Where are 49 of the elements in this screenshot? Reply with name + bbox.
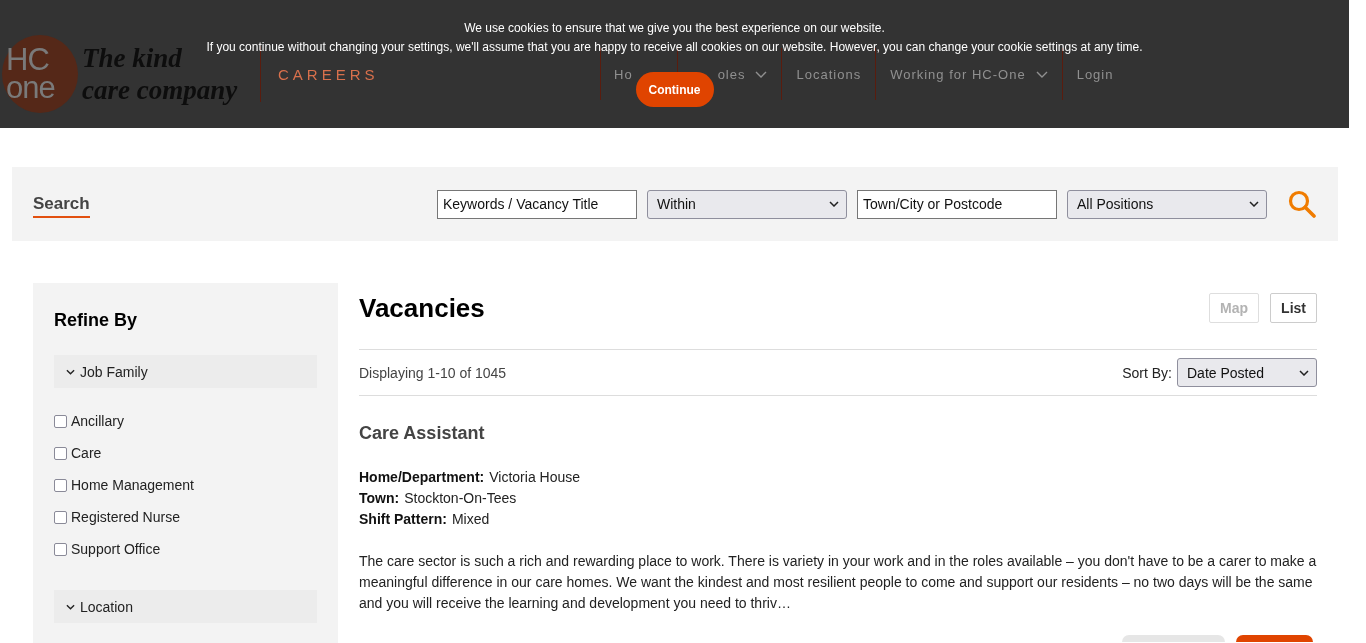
vacancy-summary: The care sector is such a rich and rewarding place to work. There is variety in your work and in the roles available – you don't have to be a carer to make a meaningful difference in our care homes. We want the kindest and most resilient people to come and support our residents – no two days will be the same and you will receive the learning and development you need to thriv… [359,552,1317,613]
filter-label[interactable]: Home Management [71,477,194,493]
results-count: Displaying 1-10 of 1045 [359,364,507,381]
detail-value: Victoria House [489,468,581,487]
nav-link[interactable]: Ho [614,66,633,82]
nav-link[interactable]: Locations [796,66,862,82]
checkbox[interactable] [54,510,67,524]
view-toggle-button[interactable]: List [1270,293,1317,323]
chevron-down-icon [1299,369,1309,376]
nav-link[interactable]: Working for HC-One [890,66,1048,82]
search-icon[interactable] [1288,190,1316,218]
checkbox[interactable] [54,478,67,492]
filter-group-header[interactable]: Job Family [54,355,317,388]
sort-label: Sort By: [1122,364,1172,381]
page-heading: Vacancies [359,293,485,323]
cookie-notice-text: If you continue without changing your settings, we'll assume that you are happy to receive all cookies on our website. However, you can change your cookie settings at any time. [206,39,1143,56]
checkbox[interactable] [54,542,67,556]
chevron-down-icon [1249,201,1259,207]
nav-link[interactable]: Login [1076,66,1114,82]
continue-button[interactable]: Continue [635,72,714,107]
filter-label[interactable]: Ancillary [71,413,124,429]
filter-label[interactable]: Support Office [71,541,161,557]
detail-label: Home/Department: [359,468,485,487]
text-field[interactable]: Keywords / Vacancy Title [437,189,637,219]
dropdown-field[interactable]: Within [647,189,847,219]
checkbox[interactable] [54,446,67,460]
filter-group-header[interactable]: Location [54,590,317,623]
search-heading: Search [33,194,90,218]
nav-link[interactable]: oles [717,66,768,82]
chevron-down-icon [66,368,75,375]
sort-dropdown[interactable]: Date Posted [1177,358,1317,387]
section-title: CAREERS [278,65,379,83]
text-field[interactable]: Town/City or Postcode [857,189,1057,219]
checkbox[interactable] [54,414,67,428]
filter-label[interactable]: Care [71,445,102,461]
detail-label: Town: [359,489,400,508]
logo-badge-text: one [6,74,56,102]
cookie-notice-text: We use cookies to ensure that we give you the best experience on our website. [464,20,885,37]
dropdown-field[interactable]: All Positions [1067,189,1267,219]
detail-value: Mixed [451,510,490,529]
logo-badge-text: HC [6,46,50,74]
sidebar-heading: Refine By [54,309,139,332]
detail-value: Stockton-On-Tees [404,489,517,508]
chevron-down-icon [66,603,75,610]
pill-button[interactable] [1236,635,1313,642]
chevron-down-icon [829,201,839,207]
vacancy-title[interactable]: Care Assistant [359,423,1317,443]
detail-label: Shift Pattern: [359,510,447,529]
filter-label[interactable]: Registered Nurse [71,509,180,525]
